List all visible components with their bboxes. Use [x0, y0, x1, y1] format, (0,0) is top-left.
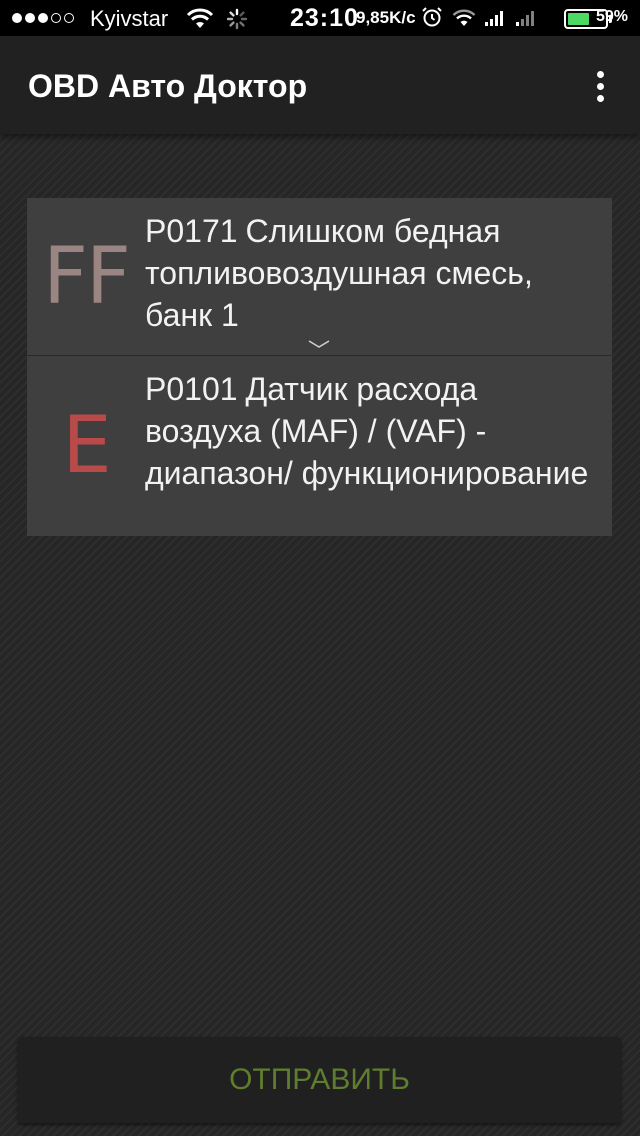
signal-dots: [12, 13, 74, 23]
chevron-down-icon[interactable]: [307, 337, 331, 349]
battery-level: [568, 13, 589, 25]
status-bar: Kyivstar 23:10 9,85K/c 59%: [0, 0, 640, 36]
alarm-icon: [421, 6, 443, 33]
signal-dot: [12, 13, 22, 23]
signal-dot: [64, 13, 74, 23]
cell-signal-icon: [484, 9, 506, 32]
battery-percent: 59%: [596, 8, 629, 25]
app-bar: OBD Авто Доктор: [0, 36, 640, 134]
code-id: P0101: [145, 371, 238, 407]
clock: 23:10: [290, 4, 359, 32]
trouble-code-list: FF P0171 Слишком бедная топливовоздушная …: [27, 198, 612, 536]
menu-dot: [596, 82, 604, 90]
signal-dot: [38, 13, 48, 23]
cell-signal-secondary-icon: [515, 9, 537, 32]
network-speed: 9,85K/c: [356, 8, 416, 27]
send-button[interactable]: ОТПРАВИТЬ: [18, 1037, 621, 1123]
trouble-code-item[interactable]: E P0101 Датчик расхода воздуха (MAF) / (V…: [27, 356, 612, 536]
signal-dot: [51, 13, 61, 23]
signal-dot: [25, 13, 35, 23]
trouble-code-item[interactable]: FF P0171 Слишком бедная топливовоздушная …: [27, 198, 612, 356]
code-status-badge: FF: [43, 231, 131, 322]
code-text: P0101 Датчик расхода воздуха (MAF) / (VAF…: [145, 356, 612, 536]
menu-dot: [596, 70, 604, 78]
code-status-badge: E: [62, 401, 111, 491]
activity-spinner-icon: [226, 8, 248, 35]
app-title: OBD Авто Доктор: [28, 68, 308, 104]
more-vert-icon[interactable]: [580, 66, 620, 106]
code-text: P0171 Слишком бедная топливовоздушная сме…: [145, 198, 612, 355]
wifi-icon: [186, 8, 214, 35]
app-screen: Kyivstar 23:10 9,85K/c 59% OBD Авто Докт…: [0, 0, 640, 1136]
code-id: P0171: [145, 213, 238, 249]
wifi-strength-icon: [452, 9, 476, 32]
menu-dot: [596, 94, 604, 102]
carrier-name: Kyivstar: [90, 6, 169, 31]
